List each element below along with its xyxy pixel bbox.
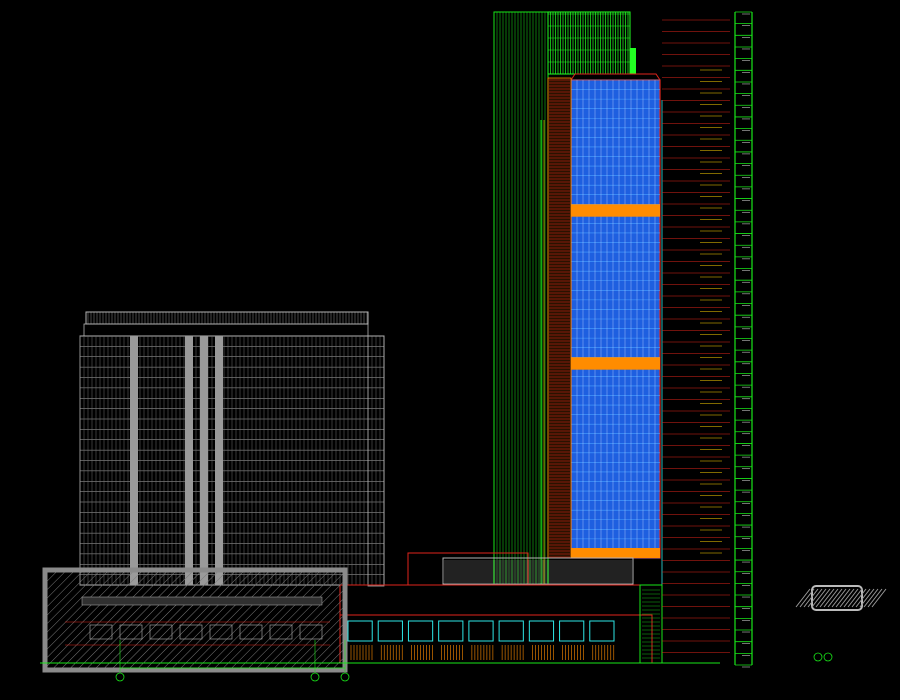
grey-pilaster [200,336,208,585]
blue-glass-tower [570,73,663,585]
basement-hatched-box [42,567,348,673]
orange-mechanical-band [571,357,660,370]
grey-pilaster [130,336,138,585]
grey-pilaster [215,336,223,585]
grey-pilaster [185,336,193,585]
green-crown-tip [630,48,636,74]
hatched-basement-box [42,567,348,673]
elevation-drawing-svg [0,0,900,700]
basement-plinth [81,596,323,606]
cad-elevation-drawing [0,0,900,700]
orange-base-band [571,548,660,558]
orange-mechanical-band [571,204,660,217]
core-strip-body [547,77,572,559]
